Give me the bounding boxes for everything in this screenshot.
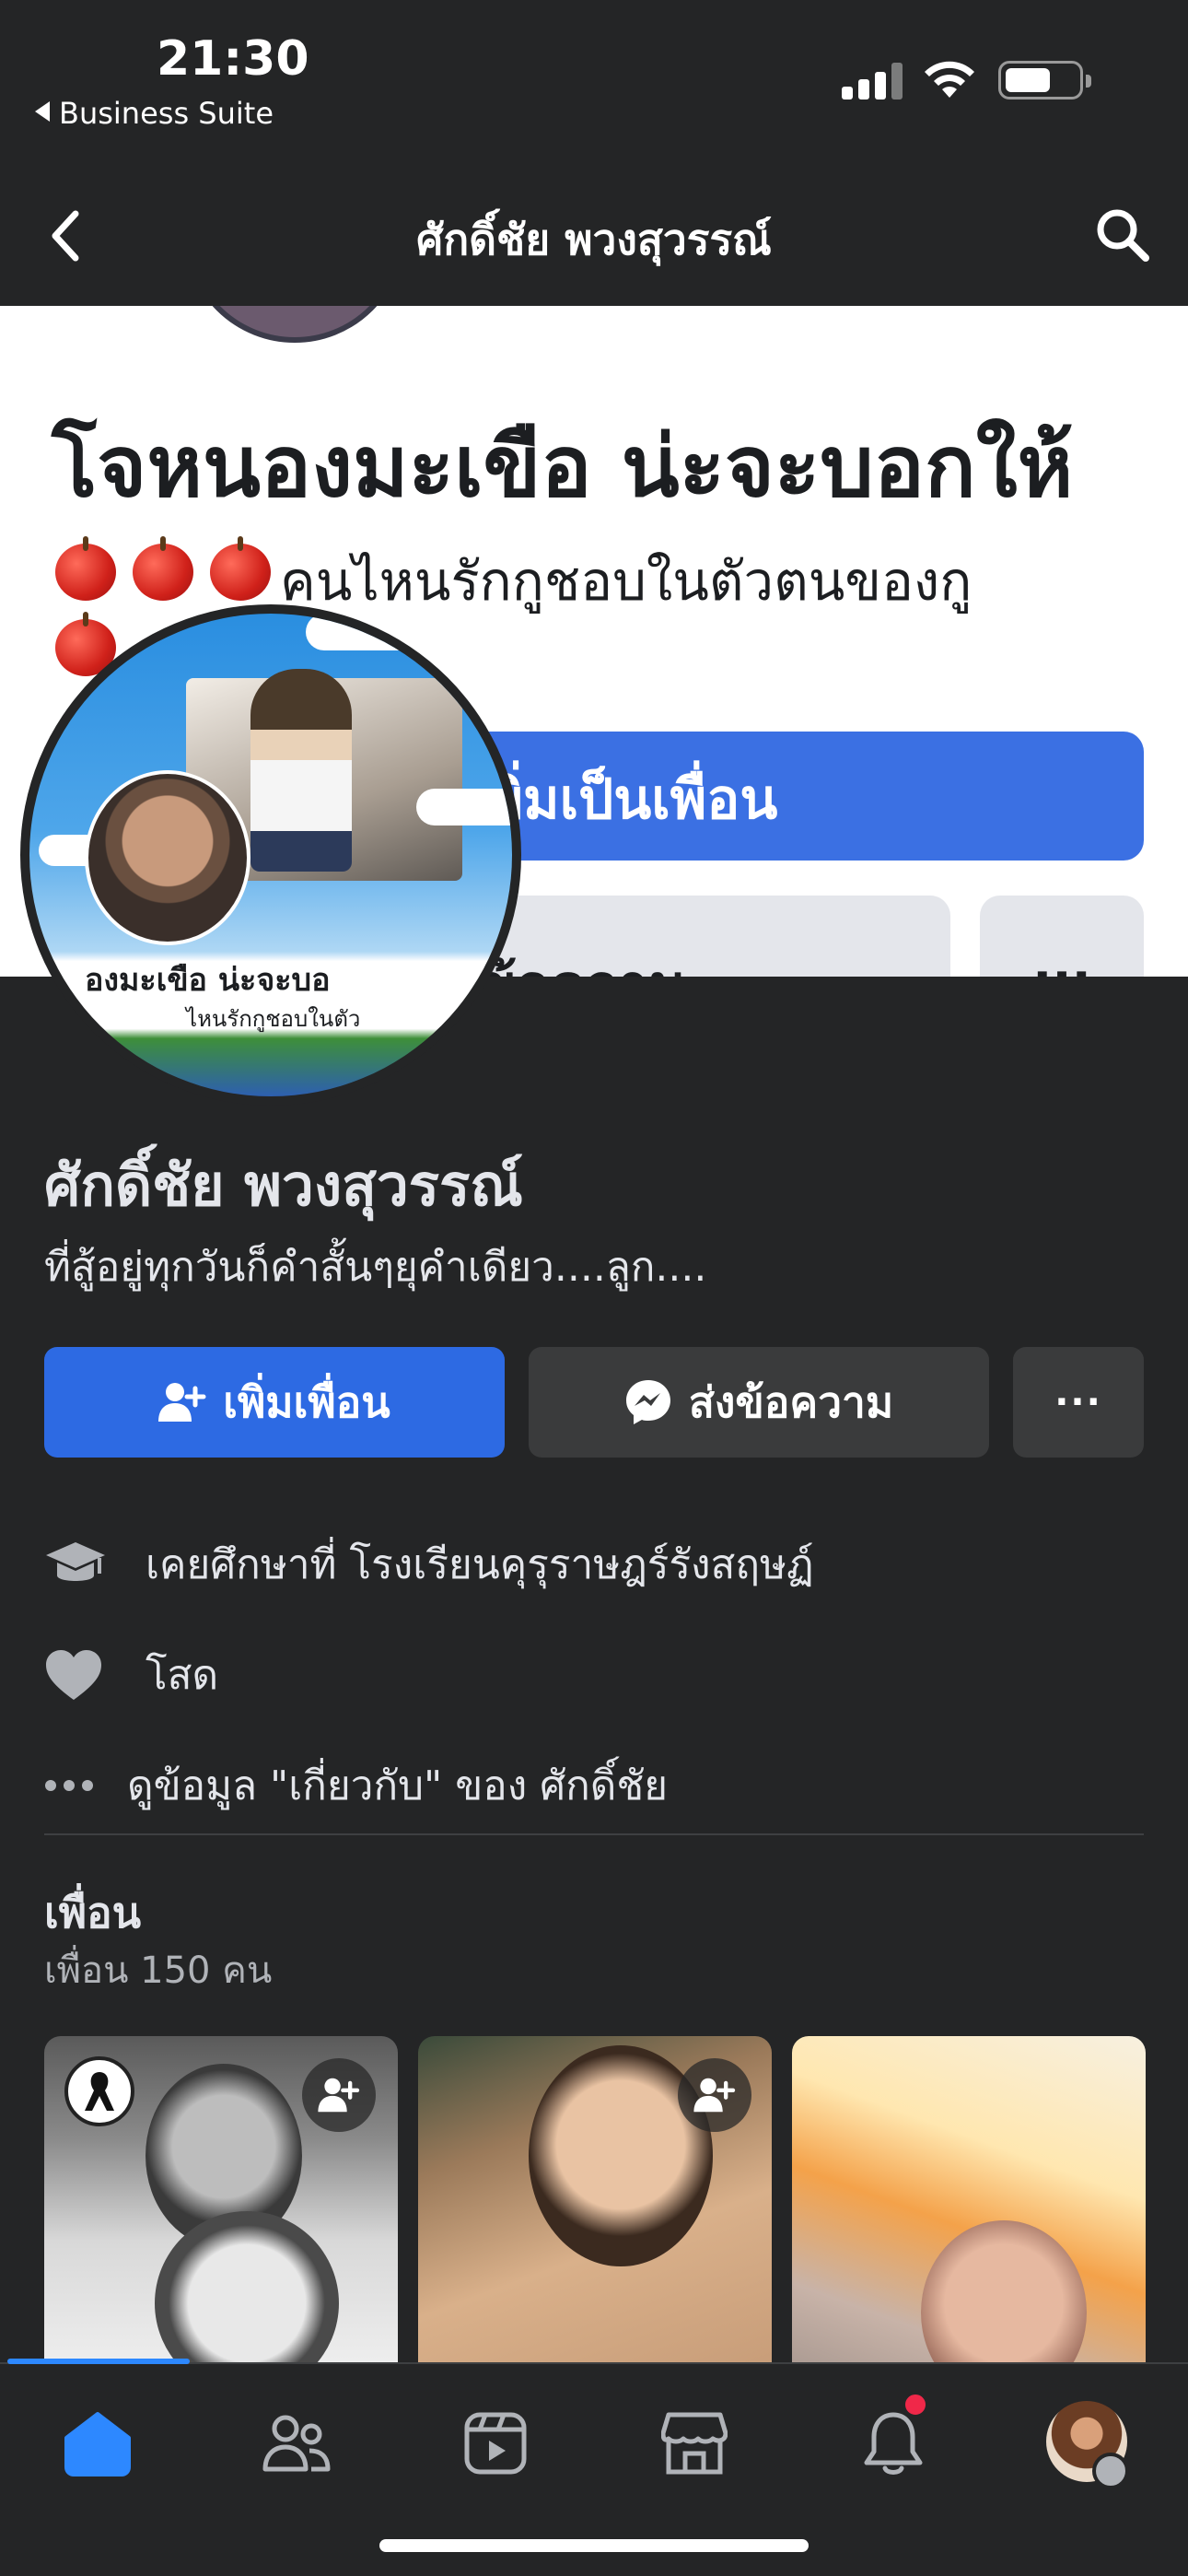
education-text: เคยศึกษาที่ โรงเรียนคุรุราษฎร์รังสฤษฏ์	[146, 1541, 814, 1588]
cover-add-friend-button: เพิ่มเป็นเพื่อน	[468, 732, 1144, 861]
apple-emoji-icon	[133, 536, 193, 601]
marketplace-tab[interactable]	[648, 2397, 740, 2489]
menu-icon	[1092, 2453, 1129, 2489]
friends-tab[interactable]	[250, 2397, 343, 2489]
add-person-icon	[158, 1383, 206, 1422]
add-friend-button[interactable]: เพิ่มเพื่อน	[44, 1347, 505, 1458]
back-to-app-link[interactable]: Business Suite	[35, 96, 274, 131]
profile-avatar[interactable]: องมะเขือ น่ะจะบอ ไหนรักกูชอบในตัว	[20, 604, 521, 1106]
home-tab[interactable]	[52, 2397, 144, 2489]
avatar-face-circle	[85, 770, 250, 945]
friend-card[interactable]	[418, 2036, 772, 2377]
notifications-icon	[864, 2412, 923, 2475]
see-about-text: ดูข้อมูล "เกี่ยวกับ" ของ ศักดิ์ชัย	[127, 1762, 668, 1809]
ellipsis-icon	[45, 1780, 93, 1791]
cloud-decoration	[416, 789, 512, 825]
notification-badge	[903, 2392, 928, 2418]
add-friend-badge-icon[interactable]	[302, 2058, 376, 2132]
profile-bio: ที่สู้อยู่ทุกวันก็คำสั้นๆยุคำเดียว....ลู…	[44, 1244, 707, 1291]
marketplace-icon	[661, 2412, 728, 2475]
graduation-cap-icon	[46, 1542, 105, 1581]
cover-name-text: โจหนองมะเขือ น่ะจะบอกให้	[52, 417, 1074, 516]
scroll-progress-indicator	[7, 2359, 190, 2364]
watch-icon	[464, 2412, 527, 2475]
add-friend-label: เพิ่มเพื่อน	[223, 1376, 390, 1427]
mourning-ribbon-icon	[64, 2056, 134, 2126]
send-message-label: ส่งข้อความ	[688, 1376, 894, 1427]
section-divider	[44, 1833, 1144, 1835]
friend-photo-face	[921, 2220, 1087, 2377]
cover-more-button: ···	[980, 896, 1144, 977]
apple-emoji-icon	[210, 536, 271, 601]
back-triangle-icon	[35, 101, 50, 122]
avatar-name-text: องมะเขือ น่ะจะบอ	[85, 962, 331, 999]
add-friend-badge-icon[interactable]	[678, 2058, 751, 2132]
friends-section-title: เพื่อน	[44, 1888, 142, 1938]
messenger-icon	[625, 1380, 670, 1424]
cellular-signal-icon	[842, 63, 903, 100]
nav-header: ศักดิ์ชัย พวงสุวรรณ์	[0, 166, 1188, 306]
status-bar: 21:30 Business Suite	[0, 0, 1188, 166]
friend-card[interactable]	[792, 2036, 1146, 2377]
avatar-sub-text: ไหนรักกูชอบในตัว	[186, 1006, 361, 1032]
cover-message-label: ข้อความ	[479, 942, 685, 977]
watch-tab[interactable]	[449, 2397, 542, 2489]
avatar-image: องมะเขือ น่ะจะบอ ไหนรักกูชอบในตัว	[29, 614, 512, 1096]
send-message-button[interactable]: ส่งข้อความ	[529, 1347, 989, 1458]
status-time: 21:30	[157, 31, 309, 87]
cover-avatar-fragment	[184, 306, 405, 343]
relationship-text: โสด	[146, 1652, 219, 1699]
see-about-row[interactable]: ดูข้อมูล "เกี่ยวกับ" ของ ศักดิ์ชัย	[44, 1749, 668, 1822]
home-icon	[64, 2412, 131, 2476]
education-row: เคยศึกษาที่ โรงเรียนคุรุราษฎร์รังสฤษฏ์	[44, 1528, 814, 1601]
cover-bio-text: คนไหนรักกูชอบในตัวตนของกู	[280, 550, 973, 613]
avatar-child-figure	[250, 669, 352, 872]
friend-photo-face	[155, 2211, 339, 2377]
wifi-icon	[925, 61, 974, 98]
more-options-button[interactable]: ···	[1013, 1347, 1144, 1458]
cloud-decoration	[306, 614, 416, 650]
search-icon[interactable]	[1092, 205, 1151, 263]
more-options-label: ···	[1054, 1381, 1102, 1423]
friends-icon	[262, 2415, 331, 2472]
apple-emoji-icon	[55, 536, 116, 601]
back-app-label: Business Suite	[59, 96, 274, 131]
friends-count: เพื่อน 150 คน	[44, 1950, 273, 1992]
heart-icon	[46, 1650, 101, 1700]
cover-more-label: ···	[980, 947, 1144, 977]
cover-message-button: ข้อความ	[442, 896, 950, 977]
relationship-row: โสด	[44, 1638, 218, 1712]
profile-name: ศักดิ์ชัย พวงสุวรรณ์	[44, 1152, 523, 1219]
home-indicator[interactable]	[379, 2539, 809, 2552]
page-title: ศักดิ์ชัย พวงสุวรรณ์	[416, 215, 772, 264]
friend-card[interactable]	[44, 2036, 398, 2377]
battery-icon	[998, 61, 1091, 100]
